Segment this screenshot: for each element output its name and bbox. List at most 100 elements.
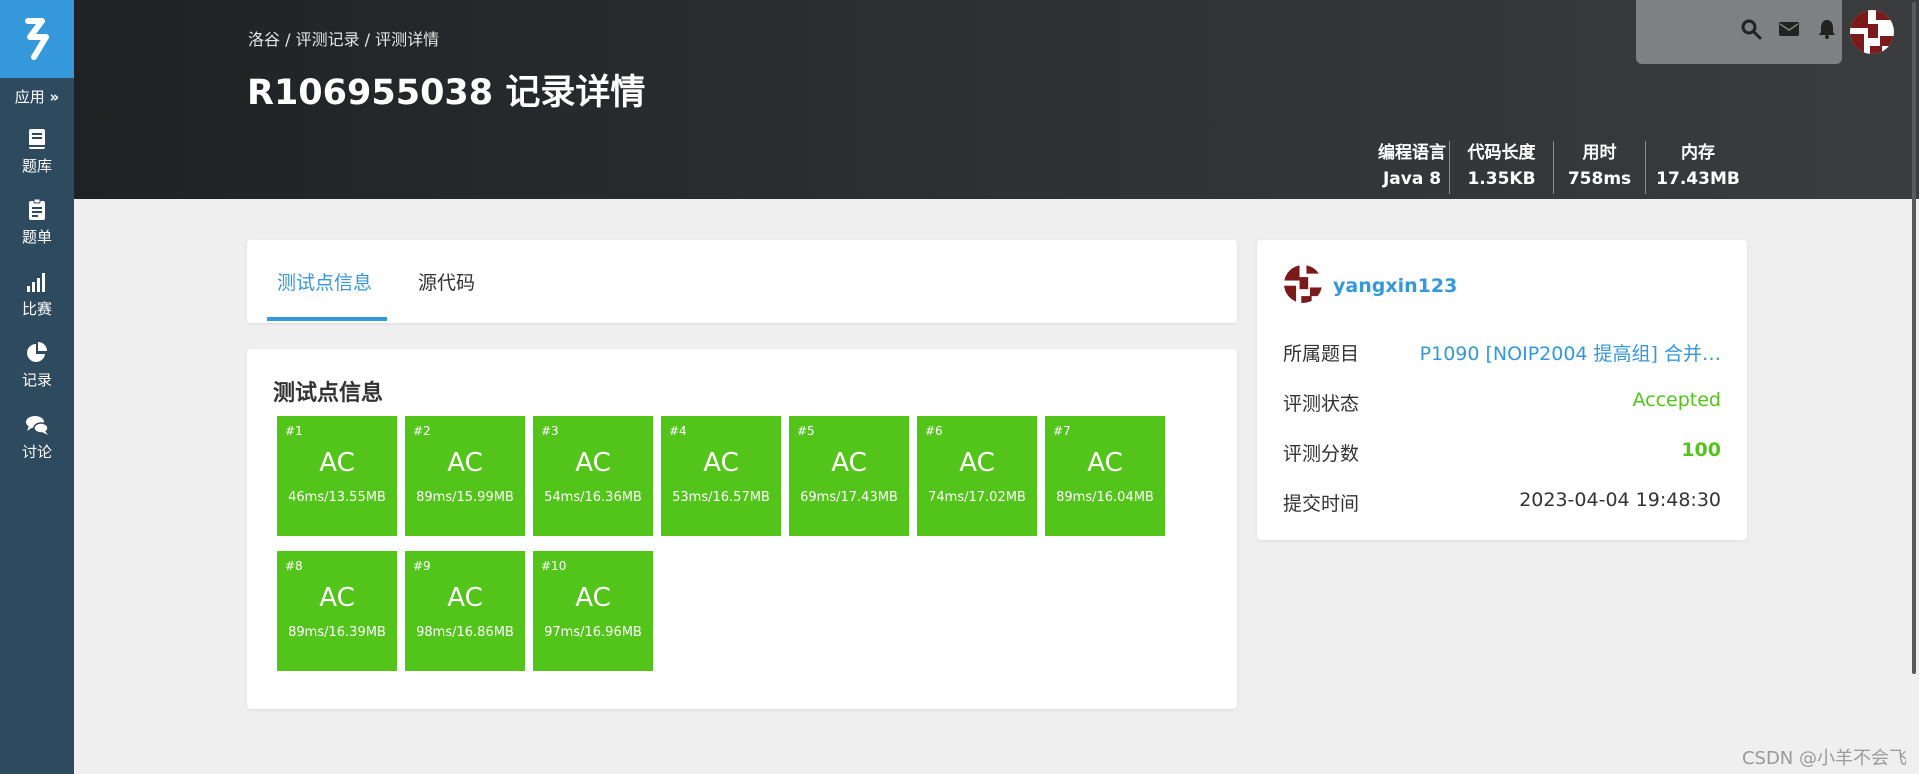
sidebar-item-problems[interactable]: 题库: [0, 127, 74, 187]
tab-testcases[interactable]: 测试点信息: [277, 268, 372, 320]
testcase-number: #6: [925, 424, 943, 438]
testcase-time-memory: 98ms/16.86MB: [416, 625, 514, 640]
info-row-score: 评测分数 100: [1283, 439, 1721, 469]
tabs-card: 测试点信息 源代码: [247, 240, 1237, 323]
testcase-number: #10: [541, 559, 567, 573]
testcases-title: 测试点信息: [273, 381, 384, 406]
testcase-number: #2: [413, 424, 431, 438]
info-row-problem: 所属题目 P1090 [NOIP2004 提高组] 合并…: [1283, 339, 1721, 369]
stat-value: 1.35KB: [1467, 169, 1536, 189]
luogu-logo-icon: [25, 18, 49, 60]
stat-value: 758ms: [1567, 169, 1632, 189]
testcase-status: AC: [447, 583, 483, 613]
active-tab-indicator: [267, 317, 387, 321]
testcase-status: AC: [831, 448, 867, 478]
testcase-box[interactable]: #2 AC 89ms/15.99MB: [405, 416, 525, 536]
comments-icon: [26, 416, 49, 435]
record-info-card: yangxin123 所属题目 P1090 [NOIP2004 提高组] 合并……: [1257, 240, 1747, 540]
bar-chart-icon: [27, 273, 45, 292]
user-avatar[interactable]: [1284, 265, 1322, 303]
submit-time-value: 2023-04-04 19:48:30: [1519, 489, 1721, 511]
username-link[interactable]: yangxin123: [1333, 275, 1457, 297]
info-row-submit-time: 提交时间 2023-04-04 19:48:30: [1283, 489, 1721, 519]
status-value: Accepted: [1632, 389, 1721, 411]
stat-value: 17.43MB: [1656, 169, 1740, 189]
avatar[interactable]: [1850, 10, 1894, 54]
testcase-box[interactable]: #9 AC 98ms/16.86MB: [405, 551, 525, 671]
testcase-time-memory: 46ms/13.55MB: [288, 490, 386, 505]
bell-icon[interactable]: [1816, 18, 1838, 40]
stat-time: 用时 758ms: [1554, 140, 1645, 196]
problem-link[interactable]: P1090 [NOIP2004 提高组] 合并…: [1420, 339, 1721, 366]
testcase-time-memory: 89ms/16.04MB: [1056, 490, 1154, 505]
info-key: 评测状态: [1283, 393, 1360, 415]
page-header: 洛谷 / 评测记录 / 评测详情 R106955038 记录详情 编程语言 Ja…: [74, 0, 1919, 199]
stat-key: 用时: [1582, 143, 1617, 163]
testcase-box[interactable]: #10 AC 97ms/16.96MB: [533, 551, 653, 671]
testcase-box[interactable]: #4 AC 53ms/16.57MB: [661, 416, 781, 536]
testcase-number: #3: [541, 424, 559, 438]
testcase-time-memory: 97ms/16.96MB: [544, 625, 642, 640]
info-key: 所属题目: [1283, 343, 1360, 365]
stat-memory: 内存 17.43MB: [1646, 140, 1750, 196]
testcase-box[interactable]: #5 AC 69ms/17.43MB: [789, 416, 909, 536]
testcase-time-memory: 69ms/17.43MB: [800, 490, 898, 505]
breadcrumb[interactable]: 洛谷 / 评测记录 / 评测详情: [248, 26, 439, 50]
testcase-number: #8: [285, 559, 303, 573]
sidebar-item-discuss[interactable]: 讨论: [0, 413, 74, 473]
testcase-status: AC: [447, 448, 483, 478]
sidebar: 应用 » 题库 题单 比赛 记录 讨论: [0, 0, 74, 774]
testcase-status: AC: [319, 448, 355, 478]
testcase-box[interactable]: #6 AC 74ms/17.02MB: [917, 416, 1037, 536]
testcase-status: AC: [959, 448, 995, 478]
testcase-box[interactable]: #7 AC 89ms/16.04MB: [1045, 416, 1165, 536]
info-key: 评测分数: [1283, 443, 1360, 465]
testcase-box[interactable]: #3 AC 54ms/16.36MB: [533, 416, 653, 536]
tab-source-code[interactable]: 源代码: [418, 268, 475, 320]
book-icon: [29, 129, 45, 149]
info-row-status: 评测状态 Accepted: [1283, 389, 1721, 419]
apps-label: 应用: [14, 88, 45, 106]
sidebar-item-contests[interactable]: 比赛: [0, 270, 74, 330]
sidebar-item-label: 讨论: [21, 443, 52, 461]
testcase-box[interactable]: #8 AC 89ms/16.39MB: [277, 551, 397, 671]
testcase-status: AC: [575, 583, 611, 613]
double-chevron-right-icon: »: [49, 88, 60, 106]
sidebar-item-label: 题库: [21, 157, 52, 175]
apps-menu[interactable]: 应用 »: [0, 86, 74, 107]
testcase-status: AC: [319, 583, 355, 613]
testcase-time-memory: 89ms/16.39MB: [288, 625, 386, 640]
sidebar-item-problem-lists[interactable]: 题单: [0, 198, 74, 258]
score-value: 100: [1681, 439, 1721, 461]
testcase-number: #7: [1053, 424, 1071, 438]
testcase-time-memory: 89ms/15.99MB: [416, 490, 514, 505]
mail-icon[interactable]: [1778, 18, 1800, 40]
luogu-logo[interactable]: [0, 0, 74, 78]
testcase-status: AC: [575, 448, 611, 478]
sidebar-item-label: 题单: [21, 228, 52, 246]
testcase-time-memory: 54ms/16.36MB: [544, 490, 642, 505]
info-key: 提交时间: [1283, 493, 1360, 515]
stat-code-length: 代码长度 1.35KB: [1450, 140, 1553, 196]
testcase-box[interactable]: #1 AC 46ms/13.55MB: [277, 416, 397, 536]
testcase-status: AC: [703, 448, 739, 478]
sidebar-item-label: 比赛: [21, 300, 52, 318]
csdn-watermark: CSDN @小羊不会飞: [1741, 748, 1907, 769]
page-scrollbar[interactable]: [1912, 2, 1916, 674]
sidebar-item-records[interactable]: 记录: [0, 341, 74, 401]
page-title: R106955038 记录详情: [247, 73, 646, 113]
user-toolbar: [1636, 0, 1842, 64]
testcase-status: AC: [1087, 448, 1123, 478]
sidebar-item-label: 记录: [21, 371, 52, 389]
clipboard-icon: [29, 198, 45, 220]
stat-key: 内存: [1681, 143, 1715, 163]
testcase-number: #5: [797, 424, 815, 438]
testcase-time-memory: 74ms/17.02MB: [928, 490, 1026, 505]
testcase-time-memory: 53ms/16.57MB: [672, 490, 770, 505]
search-icon[interactable]: [1740, 18, 1762, 40]
testcase-number: #4: [669, 424, 687, 438]
testcase-number: #9: [413, 559, 431, 573]
pie-chart-icon: [27, 342, 47, 362]
testcase-number: #1: [285, 424, 303, 438]
stat-key: 代码长度: [1467, 143, 1536, 163]
